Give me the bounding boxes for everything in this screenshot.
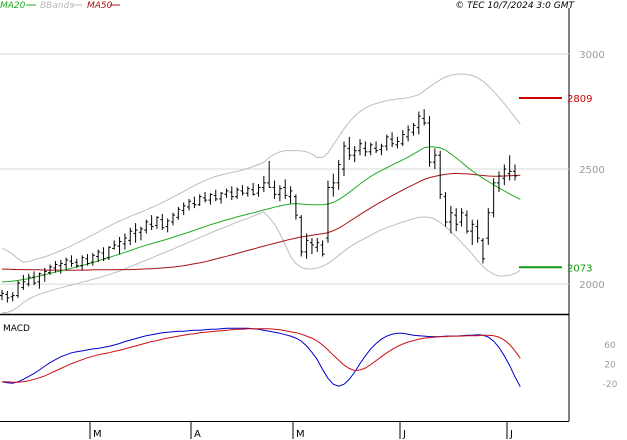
x-tick-label-J: J [402, 429, 406, 440]
macd-title: MACD [3, 324, 30, 334]
x-tick-label-M: M [296, 429, 305, 440]
x-tick-label-A: A [194, 429, 201, 440]
macd-y-tick-label-20: 20 [604, 361, 616, 371]
macd-y-tick-label-60: 60 [604, 341, 616, 351]
legend-label-ma50: MA50 [87, 1, 113, 11]
price-y-ticks: 3000 2500 2000 [579, 50, 604, 291]
source-stamp: © TEC 10/7/2024 3:0 GMT [455, 1, 575, 11]
y-tick-label-3000: 3000 [579, 50, 604, 61]
x-axis-ticks: MAMJJ [89, 421, 513, 440]
x-tick-label-J: J [509, 429, 513, 440]
macd-signal-line [2, 328, 521, 383]
legend: MA20 BBands MA50 [0, 1, 120, 11]
legend-label-ma20: MA20 [0, 1, 26, 11]
y-tick-label-2000: 2000 [579, 280, 604, 291]
level-label-2073: 2073 [567, 263, 592, 274]
level-label-2809: 2809 [567, 94, 592, 105]
macd-lines [1, 327, 521, 387]
legend-label-bbands: BBands [40, 1, 74, 11]
chart-canvas: 2809 2073 3000 2500 2000 MACD 60 20 -20 M A M J J… [0, 1, 618, 440]
macd-y-ticks: 60 20 -20 [603, 341, 618, 390]
x-tick-label-M: M [93, 429, 102, 440]
macd-y-tick-label--20: -20 [603, 380, 618, 390]
y-tick-label-2500: 2500 [579, 165, 604, 176]
